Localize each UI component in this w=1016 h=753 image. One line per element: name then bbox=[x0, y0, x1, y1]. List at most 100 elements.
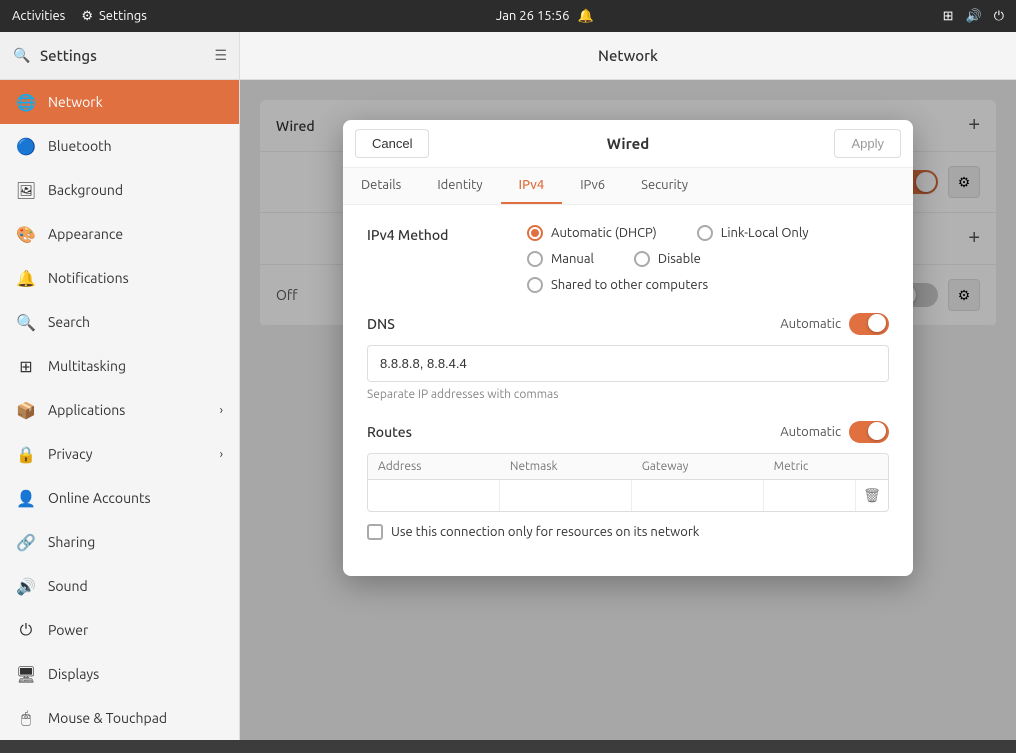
routes-toggle-knob bbox=[868, 422, 886, 440]
sidebar-items: 🌐 Network 🔵 Bluetooth 🖼Background🎨Appearance… bbox=[0, 80, 239, 740]
modal-overlay: Cancel Wired Apply Details Identity IPv4… bbox=[240, 80, 1016, 740]
settings-label-topbar[interactable]: Settings bbox=[99, 9, 147, 23]
topbar-left: Activities ⚙ Settings bbox=[12, 9, 147, 24]
routes-td-metric bbox=[764, 480, 856, 511]
routes-auto-label: Automatic bbox=[780, 425, 841, 439]
sidebar-item-privacy[interactable]: 🔒Privacy› bbox=[0, 432, 239, 476]
sidebar-item-label-online-accounts: Online Accounts bbox=[48, 490, 151, 506]
sound-icon-topbar: 🔊 bbox=[966, 9, 982, 24]
activities-label[interactable]: Activities bbox=[12, 9, 65, 23]
dns-auto-label: Automatic bbox=[780, 317, 841, 331]
routes-th-metric: Metric bbox=[764, 454, 856, 479]
routes-td-address bbox=[368, 480, 500, 511]
dns-toggle[interactable] bbox=[849, 313, 889, 335]
routes-td-del: 🗑 bbox=[856, 480, 888, 511]
cancel-button[interactable]: Cancel bbox=[355, 129, 429, 158]
chevron-right-icon-applications: › bbox=[220, 404, 223, 417]
tab-security[interactable]: Security bbox=[623, 168, 706, 204]
sidebar-item-sharing[interactable]: 🔗Sharing bbox=[0, 520, 239, 564]
radio-circle-disable bbox=[634, 251, 650, 267]
ipv4-method-section: IPv4 Method Automatic (DHCP) bbox=[367, 225, 889, 293]
radio-row2: Manual Disable bbox=[527, 251, 889, 267]
sidebar-item-applications[interactable]: 📦Applications› bbox=[0, 388, 239, 432]
sidebar-item-multitasking[interactable]: ⊞Multitasking bbox=[0, 344, 239, 388]
radio-shared-label: Shared to other computers bbox=[551, 278, 708, 292]
sidebar-item-label-sound: Sound bbox=[48, 578, 88, 594]
dns-label: DNS bbox=[367, 316, 395, 332]
tab-identity[interactable]: Identity bbox=[419, 168, 500, 204]
sidebar-item-label-appearance: Appearance bbox=[48, 226, 123, 242]
sidebar-item-label-network: Network bbox=[48, 94, 103, 110]
radio-link-label: Link-Local Only bbox=[721, 226, 809, 240]
routes-toggle[interactable] bbox=[849, 421, 889, 443]
routes-th-gateway: Gateway bbox=[632, 454, 764, 479]
network-only-checkbox[interactable] bbox=[367, 524, 383, 540]
notifications-icon: 🔔 bbox=[16, 268, 36, 288]
modal-titlebar: Cancel Wired Apply bbox=[343, 120, 913, 168]
route-address-input[interactable] bbox=[368, 480, 499, 511]
modal: Cancel Wired Apply Details Identity IPv4… bbox=[343, 120, 913, 576]
datetime-label: Jan 26 15:56 bbox=[496, 9, 570, 23]
sidebar-item-background[interactable]: 🖼Background bbox=[0, 168, 239, 212]
mouse-touchpad-icon: 🖱 bbox=[16, 708, 36, 728]
main-title: Network bbox=[598, 47, 658, 64]
sidebar-item-search[interactable]: 🔍Search bbox=[0, 300, 239, 344]
modal-body: IPv4 Method Automatic (DHCP) bbox=[343, 205, 913, 576]
route-gateway-input[interactable] bbox=[632, 480, 763, 511]
routes-th-action bbox=[856, 454, 888, 479]
topbar: Activities ⚙ Settings Jan 26 15:56 🔔 ⊞ 🔊… bbox=[0, 0, 1016, 32]
sidebar-item-power[interactable]: ⏻Power bbox=[0, 608, 239, 652]
privacy-icon: 🔒 bbox=[16, 444, 36, 464]
radio-row1: Automatic (DHCP) Link-Local Only bbox=[527, 225, 889, 241]
route-metric-input[interactable] bbox=[764, 480, 855, 511]
bluetooth-icon: 🔵 bbox=[16, 136, 36, 156]
route-netmask-input[interactable] bbox=[500, 480, 631, 511]
checkbox-label: Use this connection only for resources o… bbox=[391, 525, 699, 539]
routes-section: Routes Automatic Address bbox=[367, 421, 889, 540]
search-icon[interactable]: 🔍 bbox=[12, 46, 32, 66]
sidebar-item-appearance[interactable]: 🎨Appearance bbox=[0, 212, 239, 256]
sidebar-item-label-mouse-touchpad: Mouse & Touchpad bbox=[48, 710, 167, 726]
sidebar-item-label-sharing: Sharing bbox=[48, 534, 95, 550]
displays-icon: 🖥 bbox=[16, 664, 36, 684]
radio-disable[interactable]: Disable bbox=[634, 251, 701, 267]
power-icon: ⏻ bbox=[16, 620, 36, 640]
sidebar-item-sound[interactable]: 🔊Sound bbox=[0, 564, 239, 608]
radio-shared[interactable]: Shared to other computers bbox=[527, 277, 708, 293]
gear-icon-topbar: ⚙ bbox=[81, 9, 93, 24]
dns-auto: Automatic bbox=[780, 313, 889, 335]
modal-title: Wired bbox=[607, 135, 650, 152]
network-icon: 🌐 bbox=[16, 92, 36, 112]
main-content: Network Wired + ⚙ + bbox=[240, 32, 1016, 740]
tab-ipv4[interactable]: IPv4 bbox=[501, 168, 563, 204]
sidebar-item-network[interactable]: 🌐 Network bbox=[0, 80, 239, 124]
sidebar-item-notifications[interactable]: 🔔Notifications bbox=[0, 256, 239, 300]
applications-icon: 📦 bbox=[16, 400, 36, 420]
dns-toggle-knob bbox=[868, 314, 886, 332]
apply-button[interactable]: Apply bbox=[834, 129, 901, 158]
sidebar-item-label-privacy: Privacy bbox=[48, 446, 92, 462]
radio-link-local[interactable]: Link-Local Only bbox=[697, 225, 809, 241]
tab-details[interactable]: Details bbox=[343, 168, 419, 204]
bell-icon-topbar: 🔔 bbox=[577, 9, 593, 24]
sidebar-item-displays[interactable]: 🖥Displays bbox=[0, 652, 239, 696]
route-delete-button[interactable]: 🗑 bbox=[859, 483, 885, 508]
routes-td-gateway bbox=[632, 480, 764, 511]
dns-input[interactable] bbox=[367, 345, 889, 382]
sidebar-item-label-multitasking: Multitasking bbox=[48, 358, 126, 374]
sidebar-item-label-background: Background bbox=[48, 182, 123, 198]
routes-td-netmask bbox=[500, 480, 632, 511]
tab-ipv6[interactable]: IPv6 bbox=[562, 168, 623, 204]
sidebar-title: Settings bbox=[40, 47, 206, 64]
routes-label: Routes bbox=[367, 424, 412, 440]
sidebar-item-mouse-touchpad[interactable]: 🖱 Mouse & Touchpad bbox=[0, 696, 239, 740]
radio-manual[interactable]: Manual bbox=[527, 251, 594, 267]
menu-icon[interactable]: ☰ bbox=[214, 47, 227, 64]
sidebar-item-label-bluetooth: Bluetooth bbox=[48, 138, 112, 154]
radio-auto-dhcp[interactable]: Automatic (DHCP) bbox=[527, 225, 657, 241]
routes-tbody: 🗑 bbox=[368, 480, 888, 511]
sidebar-item-online-accounts[interactable]: 👤Online Accounts bbox=[0, 476, 239, 520]
radio-circle-link bbox=[697, 225, 713, 241]
modal-tabs: Details Identity IPv4 IPv6 Security bbox=[343, 168, 913, 205]
sidebar-item-bluetooth[interactable]: 🔵 Bluetooth bbox=[0, 124, 239, 168]
